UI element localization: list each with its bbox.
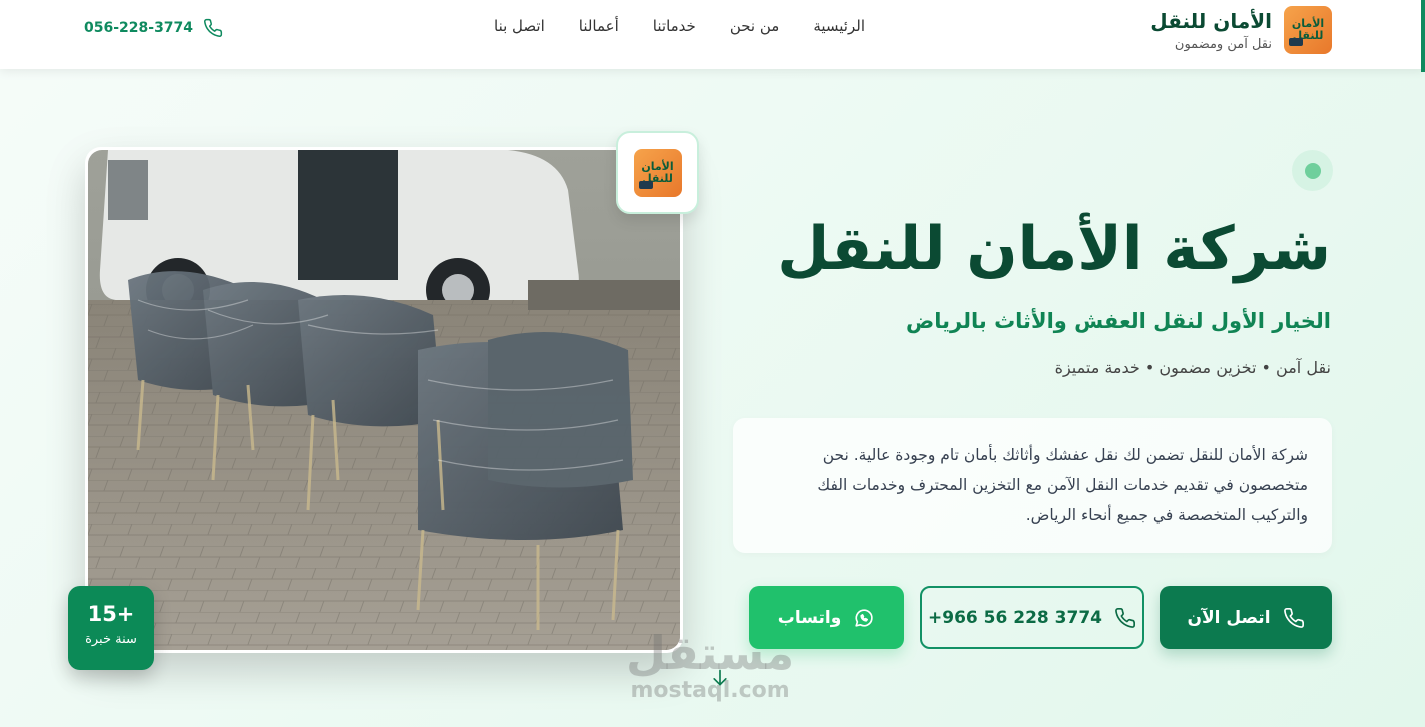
nav-item-contact[interactable]: اتصل بنا	[494, 17, 545, 35]
header-phone-link[interactable]: 056-228-3774	[84, 18, 223, 38]
brand[interactable]: الأمان للنقل الأمان للنقل نقل آمن ومضمون	[1150, 6, 1332, 54]
arrow-down-icon[interactable]	[710, 668, 730, 688]
hero-features: نقل آمن • تخزين مضمون • خدمة متميزة	[1054, 358, 1331, 377]
phone-icon	[1115, 607, 1135, 628]
hero-subtitle: الخيار الأول لنقل العفش والأثاث بالرياض	[906, 309, 1331, 333]
phone-icon	[1283, 607, 1304, 628]
truck-icon	[638, 180, 653, 189]
hero-image	[85, 147, 683, 653]
badge-logo-text-line1: الأمان	[641, 159, 674, 173]
badge-logo: الأمان للنقل	[633, 148, 682, 197]
brand-tagline: نقل آمن ومضمون	[1174, 36, 1272, 52]
furniture-photo	[88, 150, 680, 650]
phone-number-button[interactable]: +966 56 228 3774	[920, 586, 1144, 649]
decorative-dot	[1292, 150, 1333, 191]
phone-number-label: +966 56 228 3774	[928, 607, 1102, 628]
hero-description: شركة الأمان للنقل تضمن لك نقل عفشك وأثاث…	[733, 418, 1332, 553]
experience-label: سنة خبرة	[85, 632, 137, 647]
brand-logo: الأمان للنقل	[1284, 6, 1332, 54]
nav-item-home[interactable]: الرئيسية	[813, 17, 865, 35]
call-now-label: اتصل الآن	[1187, 607, 1271, 628]
experience-badge: 15+ سنة خبرة	[68, 586, 154, 670]
hero-title: شركة الأمان للنقل	[777, 214, 1331, 284]
experience-value: 15+	[87, 602, 135, 626]
watermark: مستقل mostaql.com	[626, 628, 794, 703]
whatsapp-icon	[855, 608, 873, 627]
floating-logo-badge: الأمان للنقل	[616, 131, 699, 214]
nav-item-about[interactable]: من نحن	[730, 17, 780, 35]
truck-icon	[1289, 38, 1303, 46]
brand-name: الأمان للنقل	[1150, 8, 1272, 33]
site-header: الأمان للنقل الأمان للنقل نقل آمن ومضمون…	[0, 0, 1425, 69]
nav-item-works[interactable]: أعمالنا	[579, 17, 619, 35]
main-nav: الرئيسية من نحن خدماتنا أعمالنا اتصل بنا	[480, 17, 865, 35]
phone-icon	[204, 18, 223, 37]
nav-item-services[interactable]: خدماتنا	[653, 17, 696, 35]
whatsapp-label: واتساب	[777, 607, 842, 628]
call-now-button[interactable]: اتصل الآن	[1160, 586, 1332, 649]
header-phone-number: 056-228-3774	[84, 20, 194, 36]
scrollbar-accent	[1421, 0, 1425, 72]
